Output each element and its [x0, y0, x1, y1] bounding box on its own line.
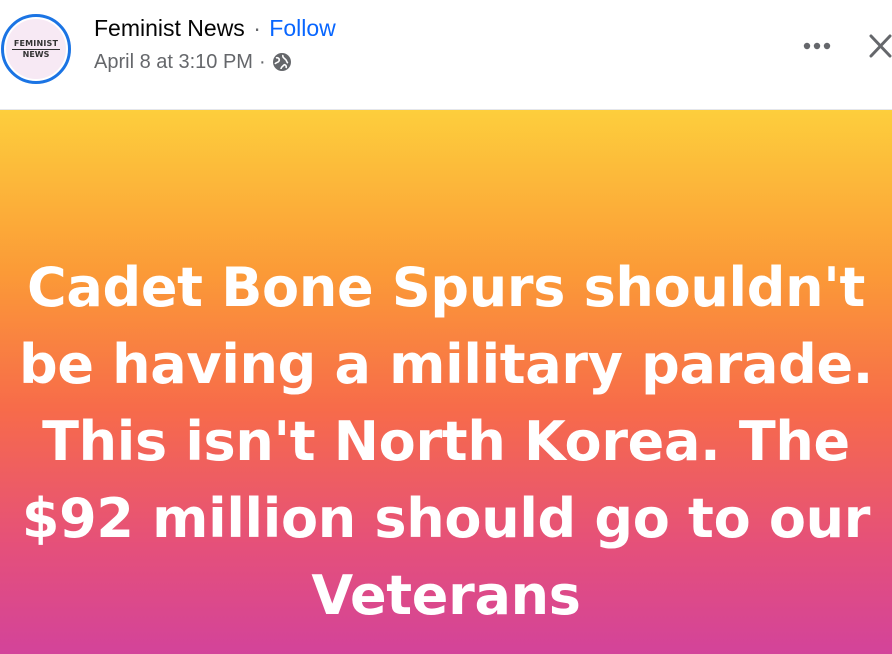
post-header: FEMINIST NEWS Feminist News · Follow Apr…	[0, 0, 892, 110]
close-button[interactable]	[866, 30, 892, 62]
author-line: Feminist News · Follow	[94, 12, 336, 44]
close-icon	[869, 34, 892, 58]
status-background: Cadet Bone Spurs shouldn't be having a m…	[0, 110, 892, 654]
meta-separator: ·	[258, 51, 266, 73]
post-meta: April 8 at 3:10 PM ·	[94, 48, 292, 76]
status-text: Cadet Bone Spurs shouldn't be having a m…	[18, 255, 874, 627]
follow-button[interactable]: Follow	[269, 15, 335, 41]
more-options-button[interactable]	[798, 30, 836, 62]
avatar-logo-text-bottom: NEWS	[22, 49, 50, 59]
avatar-logo: FEMINIST NEWS	[6, 19, 66, 79]
facebook-post: FEMINIST NEWS Feminist News · Follow Apr…	[0, 0, 892, 654]
post-timestamp[interactable]: April 8 at 3:10 PM	[94, 48, 253, 76]
page-avatar[interactable]: FEMINIST NEWS	[1, 14, 71, 84]
page-name-link[interactable]: Feminist News	[94, 15, 245, 41]
avatar-logo-text-top: FEMINIST	[11, 38, 61, 50]
name-separator: ·	[253, 15, 261, 41]
more-dots-icon	[803, 42, 831, 50]
globe-icon[interactable]	[272, 52, 292, 72]
